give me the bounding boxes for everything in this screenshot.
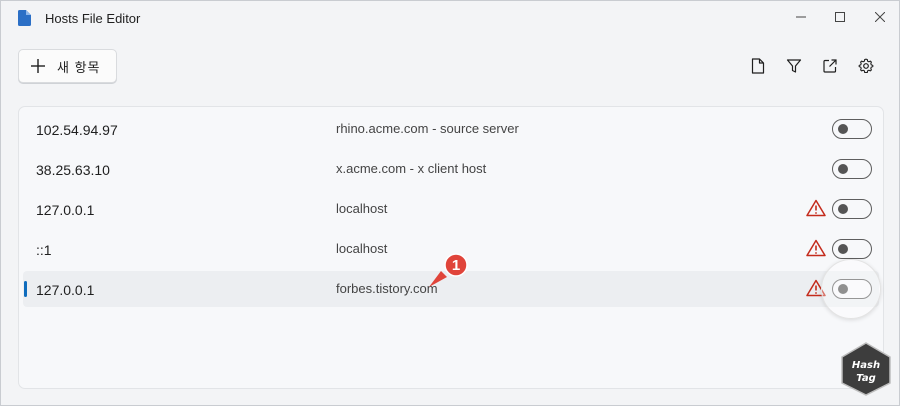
toggle-knob xyxy=(838,244,848,254)
entry-active-toggle[interactable] xyxy=(832,159,872,179)
entry-ip: 38.25.63.10 xyxy=(36,162,110,178)
entry-active-toggle[interactable] xyxy=(832,199,872,219)
settings-button[interactable] xyxy=(856,56,876,76)
entry-ip: 102.54.94.97 xyxy=(36,122,118,138)
close-button[interactable] xyxy=(867,6,893,28)
entry-ip: 127.0.0.1 xyxy=(36,202,95,218)
app-icon xyxy=(18,10,31,26)
maximize-icon xyxy=(835,12,845,22)
close-icon xyxy=(875,12,885,22)
list-item[interactable]: 102.54.94.97 rhino.acme.com - source ser… xyxy=(23,111,879,147)
warning-icon[interactable] xyxy=(806,199,826,217)
filter-button[interactable] xyxy=(784,56,804,76)
window-title: Hosts File Editor xyxy=(45,11,141,26)
entry-active-toggle[interactable] xyxy=(832,239,872,259)
maximize-button[interactable] xyxy=(827,6,853,28)
list-item[interactable]: 38.25.63.10 x.acme.com - x client host xyxy=(23,151,879,187)
selection-indicator xyxy=(24,281,27,297)
plus-icon xyxy=(31,59,45,73)
watermark-text-2: Tag xyxy=(856,373,876,384)
entry-ip: 127.0.0.1 xyxy=(36,282,95,298)
entry-host: x.acme.com - x client host xyxy=(336,161,487,176)
toggle-knob xyxy=(838,164,848,174)
entry-host: forbes.tistory.com xyxy=(336,281,438,296)
hashtag-watermark-logo: Hash Tag xyxy=(841,342,891,396)
open-external-icon xyxy=(823,59,837,73)
callout-number: 1 xyxy=(451,256,461,274)
entry-host: localhost xyxy=(336,201,388,216)
minimize-icon xyxy=(796,16,806,18)
highlight-circle xyxy=(821,259,881,319)
hosts-entries-list: 102.54.94.97 rhino.acme.com - source ser… xyxy=(18,106,884,389)
toggle-knob xyxy=(838,204,848,214)
entry-host: rhino.acme.com - source server xyxy=(336,121,519,136)
watermark-text-1: Hash xyxy=(852,360,880,371)
new-entry-button[interactable]: 새 항목 xyxy=(18,49,117,83)
toggle-knob xyxy=(838,124,848,134)
open-hosts-file-button[interactable] xyxy=(748,56,768,76)
open-external-button[interactable] xyxy=(820,56,840,76)
entry-host: localhost xyxy=(336,241,388,256)
entry-ip: ::1 xyxy=(36,242,52,258)
filter-icon xyxy=(786,59,802,73)
gear-icon xyxy=(858,58,874,74)
file-icon xyxy=(751,58,765,74)
entry-active-toggle[interactable] xyxy=(832,119,872,139)
hosts-file-editor-window: Hosts File Editor 새 항목 102.54.94.97 rhin… xyxy=(0,0,900,406)
warning-icon[interactable] xyxy=(806,239,826,257)
title-bar: Hosts File Editor xyxy=(1,1,899,35)
list-item[interactable]: 127.0.0.1 localhost xyxy=(23,191,879,227)
minimize-button[interactable] xyxy=(788,6,814,28)
new-entry-label: 새 항목 xyxy=(57,59,101,75)
